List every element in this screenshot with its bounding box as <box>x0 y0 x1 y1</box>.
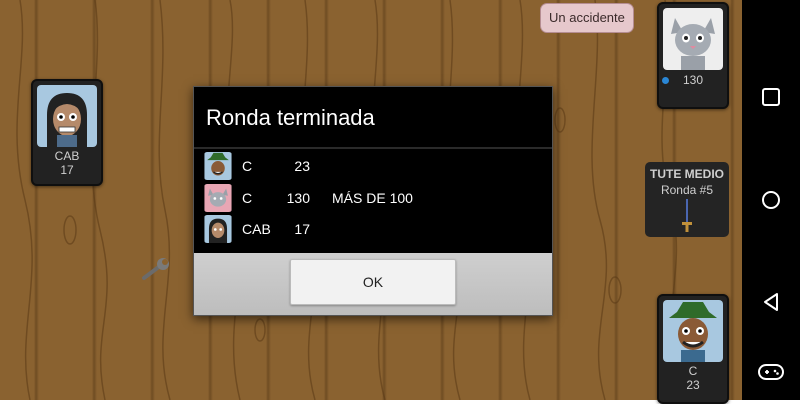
recent-apps-icon[interactable] <box>753 79 789 115</box>
cat-avatar-icon <box>204 184 232 212</box>
player-card-top-right[interactable]: 130 <box>657 2 729 109</box>
cat-avatar-icon <box>663 8 723 70</box>
player-name: C <box>688 364 698 378</box>
row-player-name: C <box>242 158 253 174</box>
back-icon[interactable] <box>753 284 789 320</box>
player-card-left[interactable]: CAB 17 <box>31 79 103 186</box>
sword-icon <box>682 199 692 232</box>
player-name: CAB <box>54 149 80 163</box>
hat-man-avatar-icon <box>204 152 232 180</box>
player-card-bottom-right[interactable]: C 23 <box>657 294 729 404</box>
navigation-bar <box>742 0 800 400</box>
hat-man-avatar-icon <box>663 300 723 362</box>
home-icon[interactable] <box>753 182 789 218</box>
player-score: 17 <box>60 163 74 177</box>
row-player-name: CAB <box>242 221 271 237</box>
dialog-footer: OK <box>194 253 552 315</box>
round-finished-dialog: Ronda terminada C 23 C 130 MÁS DE 100 CA… <box>193 86 553 316</box>
round-number: Ronda #5 <box>660 183 714 197</box>
game-table: CAB 17 Un accidente 130 TUTE MEDIO Ronda… <box>0 0 742 404</box>
dialog-title: Ronda terminada <box>206 105 375 130</box>
gamepad-icon[interactable] <box>753 354 789 390</box>
score-row: CAB 17 <box>204 214 310 244</box>
player-score: 130 <box>659 73 727 88</box>
girl-avatar-icon <box>204 215 232 243</box>
row-score: 23 <box>294 158 310 174</box>
dialog-divider <box>194 147 552 149</box>
wrench-icon[interactable] <box>140 256 172 282</box>
status-dot <box>662 77 669 84</box>
girl-avatar-icon <box>37 85 97 147</box>
row-score: 130 <box>286 190 310 206</box>
row-score: 17 <box>294 221 310 237</box>
row-note: MÁS DE 100 <box>332 190 413 206</box>
speech-bubble: Un accidente <box>540 3 634 33</box>
score-row: C 130 MÁS DE 100 <box>204 183 413 213</box>
ok-button[interactable]: OK <box>290 259 456 305</box>
game-mode-title: TUTE MEDIO <box>650 167 724 181</box>
score-row: C 23 <box>204 151 310 181</box>
round-info-panel: TUTE MEDIO Ronda #5 <box>645 162 729 237</box>
row-player-name: C <box>242 190 253 206</box>
player-score: 23 <box>686 378 700 392</box>
